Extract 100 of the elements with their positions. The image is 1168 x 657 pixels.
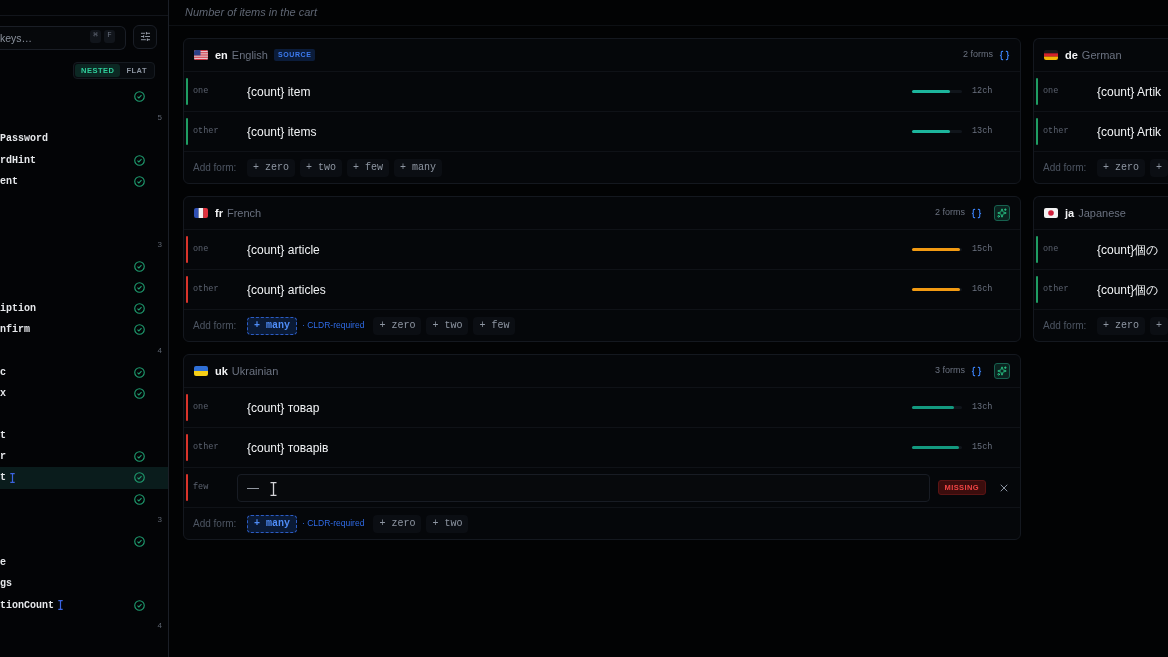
plural-category-label: other <box>1043 125 1070 138</box>
filter-button[interactable] <box>133 24 157 49</box>
add-form-chip[interactable]: + many <box>247 316 297 335</box>
tree-item[interactable]: 3 <box>0 509 168 531</box>
add-form-label: Add form: <box>193 319 238 333</box>
locale-name: Japanese <box>1078 205 1126 221</box>
add-form-chip[interactable]: + many <box>247 514 297 533</box>
add-form-chip[interactable]: + many <box>394 158 443 177</box>
add-form-chip[interactable]: + zero <box>1097 316 1145 335</box>
translation-text[interactable]: {count} items <box>247 122 904 141</box>
locale-code: fr <box>215 205 223 221</box>
plural-category-label: one <box>193 243 210 256</box>
length-label: 15ch <box>972 243 994 256</box>
tree-item[interactable]: gs <box>0 573 168 595</box>
tree-item[interactable]: e <box>0 552 168 574</box>
plural-category-label: one <box>193 85 210 98</box>
translation-text[interactable]: {count}個の <box>1097 240 1168 259</box>
add-form-chip[interactable]: + few <box>347 158 390 177</box>
locale-code: en <box>215 47 228 63</box>
key-description: Number of items in the cart <box>185 5 318 21</box>
tree-item[interactable]: t <box>0 425 168 447</box>
sparkles-icon <box>997 208 1007 218</box>
tree-item[interactable]: c <box>0 361 168 383</box>
requirement-note: · CLDR-required <box>302 517 365 530</box>
translation-text[interactable]: {count} Artik <box>1097 122 1168 141</box>
plural-category-label: one <box>1043 85 1060 98</box>
locale-name: Ukrainian <box>231 363 279 379</box>
requirement-note: · CLDR-required <box>302 319 365 332</box>
translation-text[interactable]: {count} articles <box>247 280 904 299</box>
length-label: 13ch <box>972 401 994 414</box>
count-label: 3 <box>157 514 162 527</box>
flag-icon <box>194 50 208 60</box>
braces-icon[interactable] <box>971 207 982 219</box>
locale-name: English <box>231 47 268 63</box>
tree-item[interactable]: Password <box>0 128 168 150</box>
tree-item[interactable]: rdHint <box>0 149 168 171</box>
plural-category-label: one <box>193 401 210 414</box>
add-form-label: Add form: <box>1043 319 1088 333</box>
tree-item[interactable]: 4 <box>0 340 168 362</box>
translation-text[interactable]: {count} товар <box>247 398 904 417</box>
tree-item[interactable]: 3 <box>0 234 168 256</box>
form-count: 3 forms <box>935 364 965 378</box>
plural-category-label: other <box>193 441 220 454</box>
plural-category-label: other <box>1043 283 1070 296</box>
count-label: 4 <box>157 344 162 357</box>
length-label: 12ch <box>972 85 994 98</box>
translation-text[interactable]: {count} товарів <box>247 438 904 457</box>
length-label: 15ch <box>972 441 994 454</box>
locale-name: German <box>1081 47 1122 63</box>
translation-text[interactable]: {count}個の <box>1097 280 1168 299</box>
add-form-chip[interactable]: + two <box>426 514 469 533</box>
sparkles-icon <box>997 366 1007 376</box>
add-form-chip[interactable]: + <box>1150 158 1168 177</box>
ai-suggest-button[interactable] <box>994 363 1010 379</box>
translation-input[interactable]: — <box>237 473 930 502</box>
add-form-label: Add form: <box>1043 161 1088 175</box>
count-label: 3 <box>157 238 162 251</box>
add-form-label: Add form: <box>193 161 238 175</box>
tree-item[interactable]: tionCount <box>0 594 168 616</box>
tree-item[interactable]: iption <box>0 297 168 320</box>
length-label: 16ch <box>972 283 994 296</box>
add-form-chip[interactable]: + few <box>473 316 516 335</box>
plural-category-label: other <box>193 283 220 296</box>
tree-item[interactable]: t <box>0 467 168 489</box>
add-form-chip[interactable]: + zero <box>373 514 422 533</box>
flag-icon <box>194 208 208 218</box>
translation-text[interactable]: {count} item <box>247 82 904 101</box>
tree-item[interactable]: ent <box>0 170 168 192</box>
locale-name: French <box>226 205 262 221</box>
add-form-chip[interactable]: + <box>1150 316 1168 335</box>
add-form-chip[interactable]: + zero <box>1097 158 1145 177</box>
flag-icon <box>1044 208 1058 218</box>
tree-item[interactable]: nfirm <box>0 319 168 341</box>
translation-text[interactable]: {count} Artik <box>1097 82 1168 101</box>
tree-item[interactable]: x <box>0 382 168 404</box>
add-form-chip[interactable]: + zero <box>373 316 422 335</box>
add-form-label: Add form: <box>193 517 238 531</box>
count-label: 5 <box>157 111 162 124</box>
add-form-chip[interactable]: + two <box>300 158 343 177</box>
length-label: 13ch <box>972 125 994 138</box>
translation-text[interactable]: {count} article <box>247 240 904 259</box>
text-cursor-icon <box>270 481 277 496</box>
add-form-chip[interactable]: + zero <box>247 158 295 177</box>
tree-item[interactable]: 5 <box>0 107 168 129</box>
tree-item[interactable]: r <box>0 446 168 468</box>
flag-icon <box>194 366 208 376</box>
plural-category-label: other <box>193 125 220 138</box>
flag-icon <box>1044 50 1058 60</box>
form-count: 2 forms <box>963 48 993 62</box>
locale-code: ja <box>1065 205 1075 221</box>
plural-category-label: few <box>193 481 210 494</box>
ai-suggest-button[interactable] <box>994 205 1010 221</box>
braces-icon[interactable] <box>971 365 982 377</box>
count-label: 4 <box>157 620 162 633</box>
tree-item[interactable]: 4 <box>0 615 168 637</box>
braces-icon[interactable] <box>999 49 1010 61</box>
add-form-chip[interactable]: + two <box>426 316 469 335</box>
form-count: 2 forms <box>935 206 965 220</box>
plural-category-label: one <box>1043 243 1060 256</box>
locale-code: de <box>1065 47 1078 63</box>
